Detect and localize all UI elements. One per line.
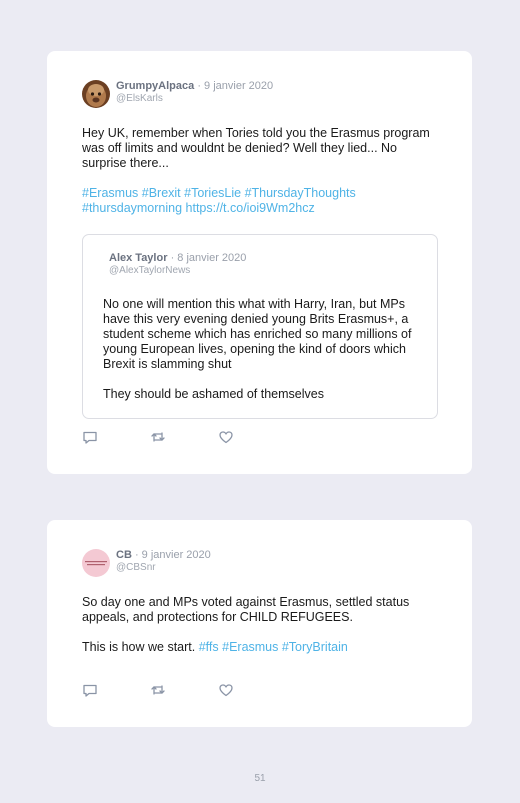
quoted-tweet-date[interactable]: · 8 janvier 2020: [171, 252, 247, 264]
tweet-paragraph: This is how we start. #ffs #Erasmus #Tor…: [82, 640, 442, 655]
name-line: Alex Taylor · 8 janvier 2020: [109, 252, 246, 265]
name-line: GrumpyAlpaca · 9 janvier 2020: [116, 80, 273, 93]
tweet-hashtags: #Erasmus #Brexit #ToriesLie #ThursdayTho…: [82, 186, 442, 216]
quoted-text: No one will mention this what with Harry…: [103, 297, 421, 402]
tweet-text-span: This is how we start.: [82, 640, 196, 654]
quoted-author-handle[interactable]: @AlexTaylorNews: [109, 265, 246, 277]
tweet-paragraph: Hey UK, remember when Tories told you th…: [82, 126, 430, 170]
quoted-author-name[interactable]: Alex Taylor: [109, 252, 168, 264]
tweet-date[interactable]: · 9 janvier 2020: [197, 80, 273, 92]
tweet-text: So day one and MPs voted against Erasmus…: [82, 595, 442, 655]
retweet-icon[interactable]: [150, 429, 166, 445]
tweet-card: CB · 9 janvier 2020 @CBSnr So day one an…: [47, 520, 472, 727]
author-meta: GrumpyAlpaca · 9 janvier 2020 @ElsKarls: [116, 80, 273, 105]
quoted-paragraph: No one will mention this what with Harry…: [103, 297, 412, 371]
tweet-paragraph: So day one and MPs voted against Erasmus…: [82, 595, 410, 624]
heart-icon[interactable]: [218, 429, 234, 445]
reply-icon[interactable]: [82, 682, 98, 698]
retweet-icon[interactable]: [150, 682, 166, 698]
author-name[interactable]: GrumpyAlpaca: [116, 80, 194, 92]
avatar[interactable]: [82, 80, 110, 108]
tweet-actions: [82, 682, 252, 698]
author-name[interactable]: CB: [116, 549, 132, 561]
quoted-tweet[interactable]: Alex Taylor · 8 janvier 2020 @AlexTaylor…: [82, 234, 438, 419]
author-handle[interactable]: @ElsKarls: [116, 93, 273, 105]
heart-icon[interactable]: [218, 682, 234, 698]
tweet-card: GrumpyAlpaca · 9 janvier 2020 @ElsKarls …: [47, 51, 472, 474]
author-handle[interactable]: @CBSnr: [116, 562, 211, 574]
hashtag-links[interactable]: #thursdaymorning https://t.co/ioi9Wm2hcz: [82, 201, 315, 215]
name-line: CB · 9 janvier 2020: [116, 549, 211, 562]
quoted-author-meta: Alex Taylor · 8 janvier 2020 @AlexTaylor…: [109, 252, 246, 277]
quoted-paragraph: They should be ashamed of themselves: [103, 387, 324, 401]
tweet-actions: [82, 429, 252, 445]
hashtag-links[interactable]: #ffs #Erasmus #ToryBritain: [199, 640, 348, 654]
tweet-date[interactable]: · 9 janvier 2020: [135, 549, 211, 561]
reply-icon[interactable]: [82, 429, 98, 445]
page-number: 51: [254, 773, 266, 784]
hashtag-links[interactable]: #Erasmus #Brexit #ToriesLie #ThursdayTho…: [82, 186, 356, 200]
tweet-text: Hey UK, remember when Tories told you th…: [82, 126, 442, 216]
author-meta: CB · 9 janvier 2020 @CBSnr: [116, 549, 211, 574]
avatar[interactable]: [82, 549, 110, 577]
